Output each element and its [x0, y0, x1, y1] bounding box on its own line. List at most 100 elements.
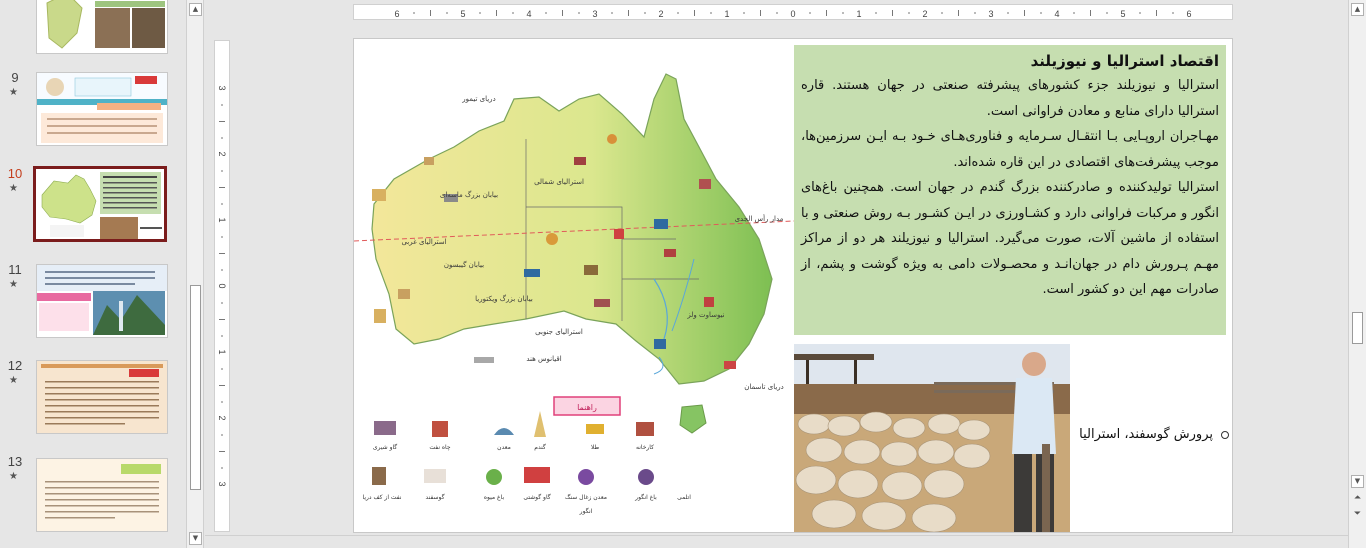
ruler-tick — [1156, 10, 1157, 16]
ruler-tick — [1090, 10, 1091, 16]
map-label-timor: دریای تیمور — [461, 95, 495, 103]
slide-thumbnail-selected[interactable] — [33, 166, 167, 242]
ruler-label: 0 — [790, 9, 795, 19]
ruler-tick — [479, 12, 481, 14]
ruler-label: 1 — [217, 349, 227, 354]
ruler-ticks: 6 5 4 3 2 1 0 1 2 3 4 5 6 — [394, 9, 1191, 19]
vertical-ruler[interactable]: 3 2 1 0 1 2 3 — [214, 40, 230, 532]
scrollbar-thumb[interactable] — [190, 285, 201, 490]
ruler-label: 4 — [1054, 9, 1059, 19]
thumbnail-preview — [37, 361, 167, 433]
ruler-tick — [221, 401, 223, 403]
ruler-tick — [1007, 12, 1009, 14]
ruler-tick — [221, 368, 223, 370]
map-label-great-sandy-desert: بیابان بزرگ ماسه‌ای — [440, 190, 498, 199]
ruler-label: 0 — [217, 283, 227, 288]
ruler-tick — [219, 385, 225, 386]
thumbnail-preview — [37, 73, 167, 145]
ruler-tick — [611, 12, 613, 14]
slide-scrollbar[interactable]: ▲ ▼ ⏶ ⏷ — [1348, 0, 1366, 548]
ruler-label: 2 — [658, 9, 663, 19]
slide-number: 10 — [7, 166, 23, 181]
content-text-box[interactable]: اقتصاد استرالیا و نیوزیلند استرالیا و نی… — [794, 45, 1226, 335]
slide-thumbnail[interactable] — [36, 360, 168, 434]
ruler-tick — [545, 12, 547, 14]
legend-item: انگور — [579, 507, 593, 515]
ruler-tick — [221, 335, 223, 337]
australia-map-image[interactable]: دریای تیمور استرالیای شمالی بیابان بزرگ … — [354, 39, 795, 532]
ruler-tick — [958, 10, 959, 16]
ruler-tick — [219, 253, 225, 254]
scroll-up-button[interactable]: ▲ — [1351, 3, 1364, 16]
ruler-tick — [221, 170, 223, 172]
sheep-farming-photo[interactable] — [794, 344, 1070, 532]
legend-item: گندم — [534, 443, 546, 451]
ruler-tick — [644, 12, 646, 14]
next-slide-icon[interactable]: ⏷ — [1351, 509, 1364, 522]
ruler-tick — [578, 12, 580, 14]
horizontal-ruler[interactable]: 6 5 4 3 2 1 0 1 2 3 4 5 6 — [353, 4, 1233, 20]
ruler-label: 5 — [1120, 9, 1125, 19]
photo-caption: پرورش گوسفند، استرالیا — [1074, 427, 1229, 442]
thumbnail-preview — [37, 0, 167, 53]
ruler-tick — [941, 12, 943, 14]
legend-item: معدن — [497, 444, 511, 451]
paragraph: مهـاجران اروپـایی بـا انتقـال سـرمایه و … — [801, 129, 1219, 170]
ruler-tick — [221, 203, 223, 205]
ruler-label: 2 — [217, 415, 227, 420]
ruler-tick — [221, 302, 223, 304]
ruler-tick — [562, 10, 563, 16]
ruler-label: 5 — [460, 9, 465, 19]
scroll-up-button[interactable]: ▲ — [189, 3, 202, 16]
slide-thumbnail[interactable] — [36, 458, 168, 532]
ruler-tick — [221, 236, 223, 238]
previous-slide-icon[interactable]: ⏶ — [1351, 493, 1364, 506]
ruler-tick — [1172, 12, 1174, 14]
animation-star-icon: ★ — [9, 375, 18, 386]
ruler-label: 2 — [922, 9, 927, 19]
scrollbar-thumb[interactable] — [1352, 312, 1363, 344]
ruler-tick — [430, 10, 431, 16]
slide-number: 12 — [7, 358, 23, 373]
legend-item: اتلمی — [677, 494, 691, 501]
ruler-tick — [219, 121, 225, 122]
ruler-tick — [892, 10, 893, 16]
ruler-label: 4 — [526, 9, 531, 19]
legend-item: معدن زغال سنگ — [565, 493, 607, 501]
paragraph: استرالیا تولیدکننده و صادرکننده بزرگ گند… — [801, 180, 1219, 297]
ruler-tick — [221, 137, 223, 139]
legend-item: گاو گوشتی — [523, 493, 550, 501]
ruler-tick — [776, 12, 778, 14]
ruler-label: 3 — [217, 481, 227, 486]
ruler-label: 1 — [724, 9, 729, 19]
bullet-icon — [1221, 430, 1229, 439]
ruler-tick — [842, 12, 844, 14]
legend-item: نفت از کف دریا — [362, 494, 401, 501]
ruler-tick — [1040, 12, 1042, 14]
map-label-north-australia: استرالیای شمالی — [534, 178, 584, 186]
slide-thumbnail[interactable] — [36, 264, 168, 338]
ruler-tick — [221, 269, 223, 271]
thumbnail-preview — [36, 169, 164, 239]
thumbnail-scrollbar[interactable]: ▲ ▼ — [186, 0, 204, 548]
slide-canvas[interactable]: دریای تیمور استرالیای شمالی بیابان بزرگ … — [353, 38, 1233, 533]
ruler-tick — [219, 187, 225, 188]
scroll-down-button[interactable]: ▼ — [189, 532, 202, 545]
map-label-south-australia: استرالیای جنوبی — [535, 328, 583, 336]
slide-thumbnail[interactable] — [36, 0, 168, 54]
slide-thumbnail[interactable] — [36, 72, 168, 146]
ruler-tick — [908, 12, 910, 14]
paragraph: استرالیا و نیوزیلند جزء کشورهای پیشرفته … — [801, 78, 1219, 119]
legend-item: گاو شیری — [373, 443, 397, 451]
scroll-down-button[interactable]: ▼ — [1351, 475, 1364, 488]
ruler-tick — [628, 10, 629, 16]
ruler-tick — [446, 12, 448, 14]
map-label-indian-ocean: اقیانوس هند — [526, 355, 561, 363]
ruler-label: 6 — [1186, 9, 1191, 19]
ruler-tick — [219, 451, 225, 452]
ruler-label: 2 — [217, 151, 227, 156]
ruler-label: 1 — [217, 217, 227, 222]
ruler-tick — [710, 12, 712, 14]
ruler-tick — [512, 12, 514, 14]
ruler-tick — [875, 12, 877, 14]
